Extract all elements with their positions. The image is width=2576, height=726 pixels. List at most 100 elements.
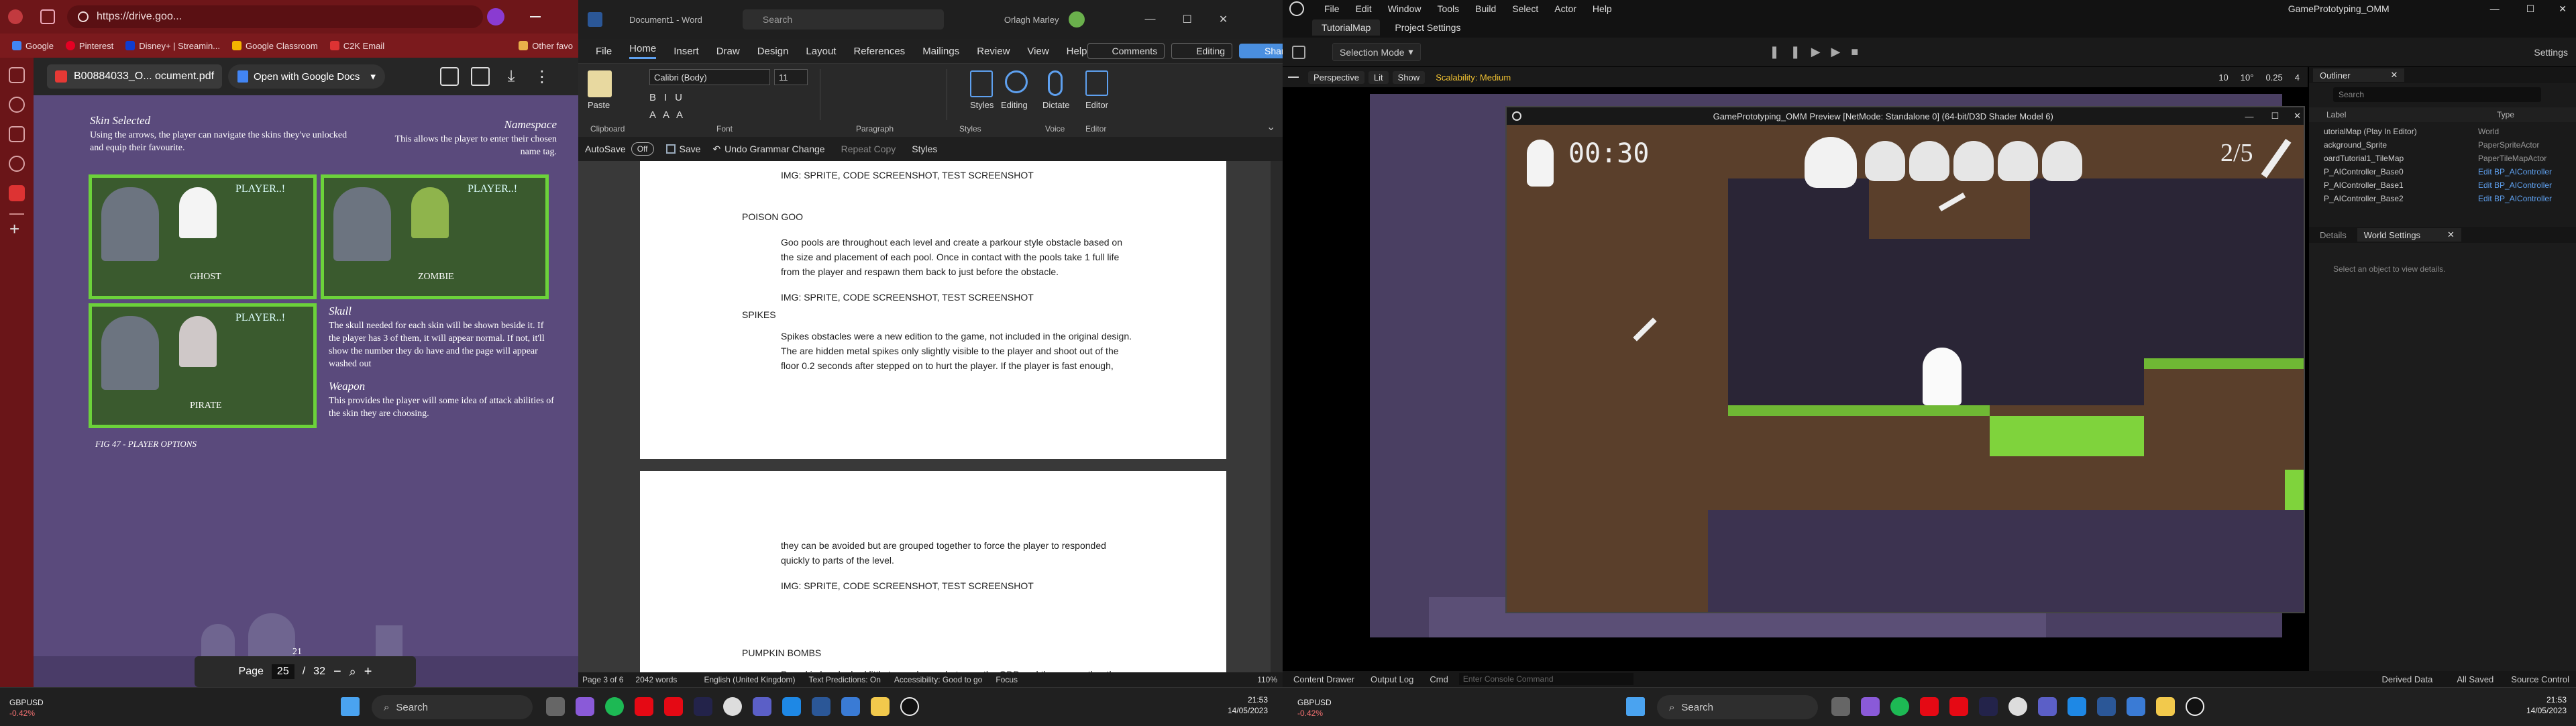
menu-tools[interactable]: Tools [1437,3,1459,14]
list-item[interactable]: ackground_Sprite PaperSpriteActor [2309,138,2576,152]
file-explorer-icon[interactable] [871,697,890,716]
page-input[interactable]: 25 [271,664,294,679]
column-type[interactable]: Type [2497,110,2514,119]
menu-help[interactable]: Help [1593,3,1612,14]
document-page-1[interactable]: IMG: SPRITE, CODE SCREENSHOT, TEST SCREE… [640,161,1226,459]
details-tab[interactable]: Details [2313,229,2353,242]
tab-references[interactable]: References [853,46,905,57]
status-page[interactable]: Page 3 of 6 [582,675,623,684]
list-item[interactable]: P_AIController_Base0 Edit BP_AIController [2309,165,2576,178]
taskbar-app-icon[interactable] [546,697,565,716]
ribbon-collapse-icon[interactable]: ⌄ [1267,120,1275,134]
edge-icon[interactable] [2068,697,2086,716]
menu-select[interactable]: Select [1512,3,1538,14]
menu-file[interactable]: File [1324,3,1340,14]
print-icon[interactable] [471,67,490,86]
comments-button[interactable]: Comments [1087,43,1165,59]
open-with-docs-button[interactable]: Open with Google Docs ▾ [228,64,385,89]
chrome-icon[interactable] [723,697,742,716]
netflix-icon[interactable] [635,697,653,716]
bookmark-c2k[interactable]: C2K Email [329,41,384,51]
status-accessibility[interactable]: Accessibility: Good to go [894,675,982,684]
spotify-icon[interactable] [605,697,624,716]
perspective-button[interactable]: Perspective [1308,70,1364,84]
snap-grid[interactable]: 10 [2218,72,2228,83]
taskbar-app-icon[interactable] [1979,697,1998,716]
ticker-widget[interactable]: GBPUSD -0.42% [1297,697,1332,719]
sidebar-icon-4[interactable] [9,156,25,172]
hamburger-icon[interactable] [1288,76,1299,78]
share-button[interactable]: Share [1239,44,1283,58]
font-size-select[interactable]: 11 [774,69,808,85]
lit-button[interactable]: Lit [1368,70,1389,84]
paragraph-controls[interactable] [820,69,947,120]
chrome-icon[interactable] [2008,697,2027,716]
tab-actions-icon[interactable] [40,9,55,24]
extension-icon[interactable] [487,8,504,25]
sidebar-icon-3[interactable] [9,126,25,142]
outliner-tab[interactable]: Outliner ✕ [2313,68,2405,82]
close-icon[interactable]: ✕ [2294,111,2301,121]
snap-rotation[interactable]: 10° [2241,72,2254,83]
add-icon[interactable]: + [9,220,24,238]
comment-icon[interactable] [440,67,459,86]
tab-review[interactable]: Review [977,46,1010,57]
windows-start-icon[interactable] [1626,697,1645,716]
status-language[interactable]: English (United Kingdom) [704,675,795,684]
maximize-icon[interactable]: ☐ [2526,3,2535,15]
site-info-icon[interactable] [78,11,89,22]
all-saved-button[interactable]: All Saved [2457,674,2493,684]
derived-data-button[interactable]: Derived Data [2381,674,2432,684]
spotify-icon[interactable] [1890,697,1909,716]
minimize-icon[interactable]: — [2490,3,2500,14]
word-icon[interactable] [2097,697,2116,716]
taskbar-search[interactable]: ⌕ Search [1657,695,1818,719]
styles-icon[interactable] [970,70,993,97]
clock[interactable]: 21:53 14/05/2023 [1208,694,1268,716]
menu-actor[interactable]: Actor [1554,3,1576,14]
font-name-select[interactable]: Calibri (Body) [649,69,770,85]
autosave-toggle[interactable]: Off [631,142,654,156]
find-icon[interactable] [1005,70,1028,93]
avatar[interactable] [1068,11,1085,28]
tab-mailings[interactable]: Mailings [922,46,959,57]
sidebar-icon-1[interactable] [9,67,25,83]
bookmark-disney[interactable]: Disney+ | Streamin... [125,41,220,51]
netflix-icon[interactable] [1949,697,1968,716]
tab-help[interactable]: Help [1067,46,1087,57]
scalability-label[interactable]: Scalability: Medium [1430,71,1516,84]
snap-scale[interactable]: 0.25 [2265,72,2282,83]
tab-layout[interactable]: Layout [806,46,836,57]
output-log-button[interactable]: Output Log [1371,674,1413,684]
column-label[interactable]: Label [2326,110,2346,119]
address-bar[interactable]: https://drive.goo... [67,5,483,28]
menu-edit[interactable]: Edit [1356,3,1372,14]
status-predictions[interactable]: Text Predictions: On [809,675,881,684]
zoom-icon[interactable]: ⌕ [350,665,356,679]
tab-file[interactable]: File [596,46,612,57]
undo-icon[interactable]: ↶ [712,144,720,155]
qat-styles-label[interactable]: Styles [912,144,937,154]
save-icon[interactable] [665,144,676,154]
status-zoom[interactable]: 110% [1257,675,1277,684]
taskbar-app-icon[interactable] [2127,697,2145,716]
editor-icon[interactable] [1085,70,1108,96]
camera-speed[interactable]: 4 [2295,72,2300,83]
show-button[interactable]: Show [1392,70,1426,84]
repeat-label[interactable]: Repeat Copy [841,144,896,154]
maximize-icon[interactable]: ☐ [2271,111,2279,121]
format-buttons[interactable]: BIU [649,92,690,103]
content-drawer-button[interactable]: Content Drawer [1293,674,1354,684]
close-icon[interactable]: ✕ [2559,3,2567,15]
ticker-widget[interactable]: GBPUSD -0.42% [9,697,44,719]
save-label[interactable]: Save [680,144,701,154]
zoom-in-icon[interactable]: + [364,664,372,680]
tab-view[interactable]: View [1027,46,1049,57]
netflix-icon[interactable] [1920,697,1939,716]
close-icon[interactable]: ✕ [1219,13,1228,26]
status-focus[interactable]: Focus [996,675,1018,684]
text-color-buttons[interactable]: AAA [649,109,690,121]
taskbar-app-icon[interactable] [841,697,860,716]
cmd-dropdown[interactable]: Cmd [1430,674,1448,684]
menu-build[interactable]: Build [1475,3,1496,14]
